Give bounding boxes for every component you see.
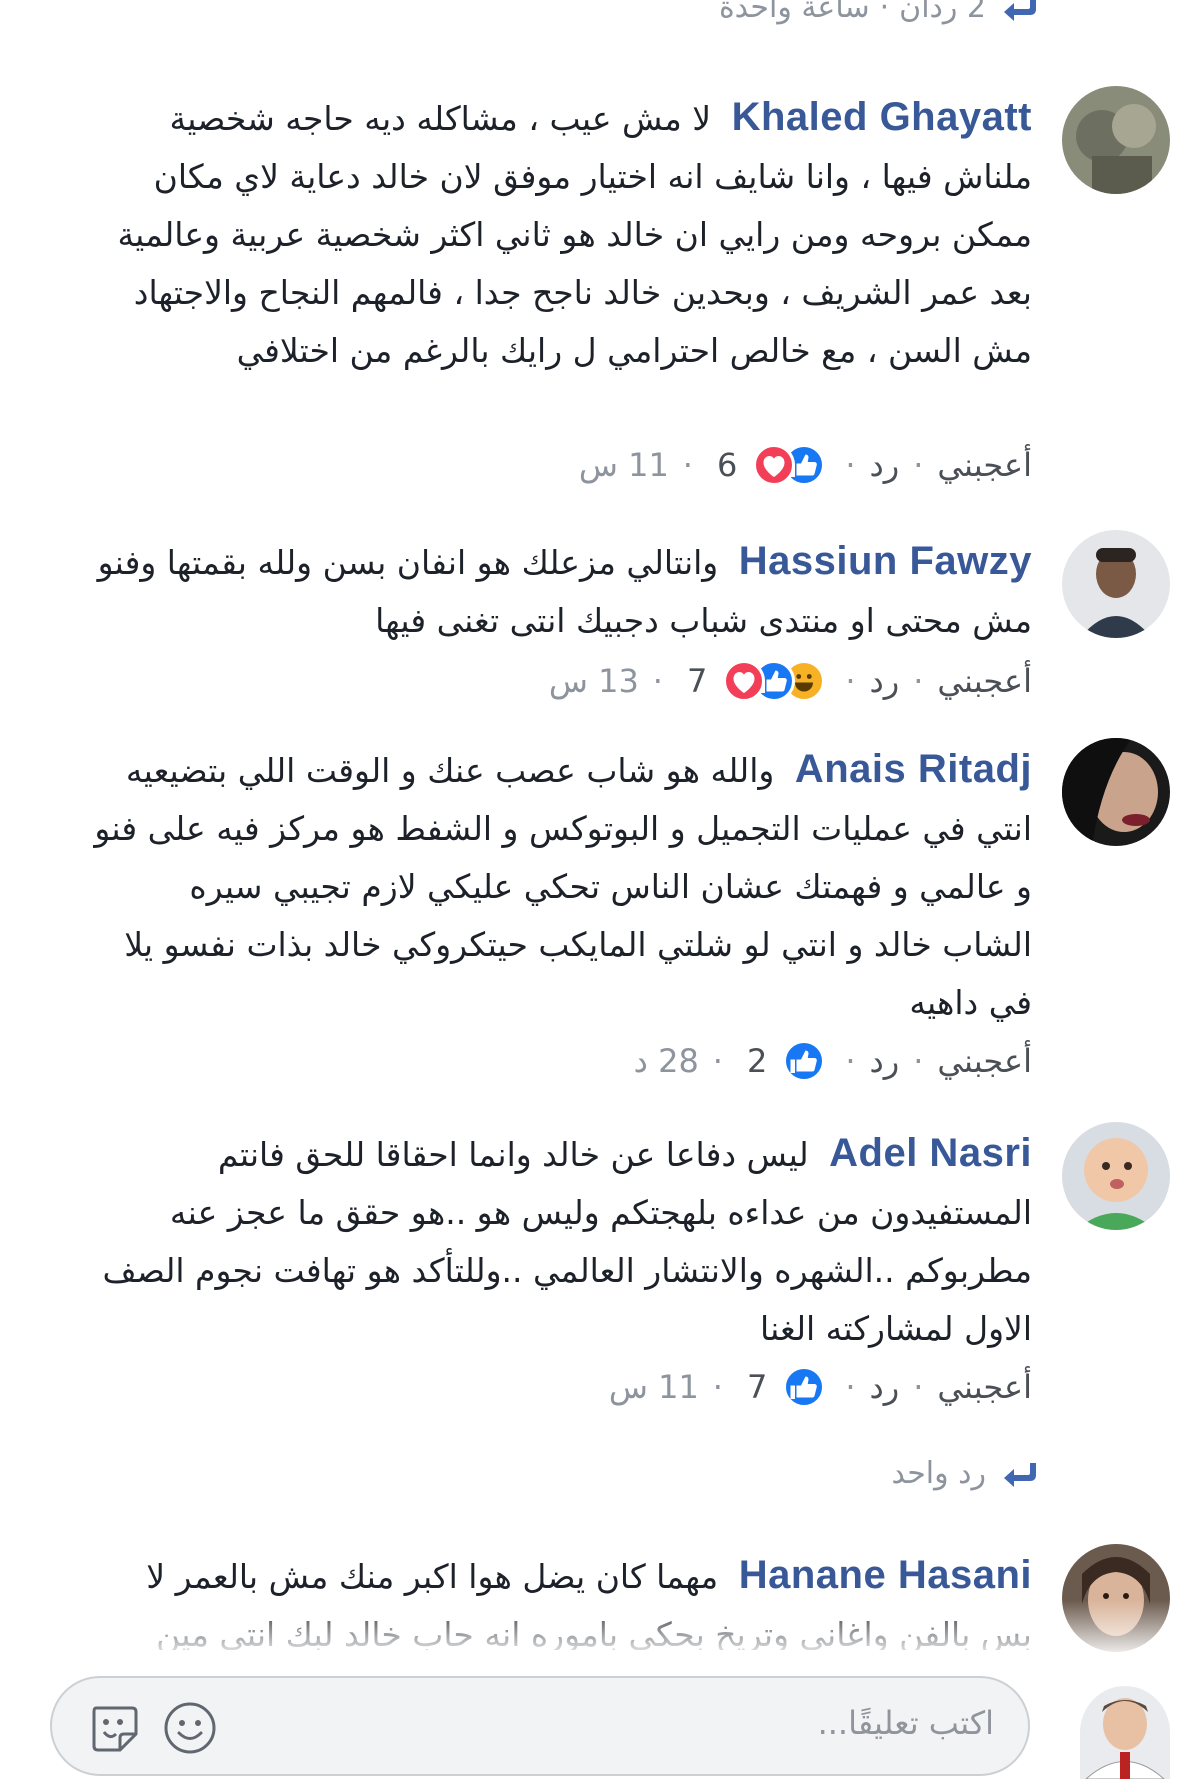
comment-author[interactable]: Hanane Hasani [739, 1553, 1032, 1597]
view-replies-link[interactable]: 2 ردان · ساعة واحدة [719, 0, 1040, 25]
avatar[interactable] [1080, 1686, 1170, 1779]
reply-arrow-icon [1004, 1462, 1036, 1487]
comment-time[interactable]: 28 د [634, 1042, 699, 1080]
avatar[interactable] [1062, 86, 1170, 194]
replies-count: رد واحد [891, 1456, 987, 1491]
avatar[interactable] [1062, 738, 1170, 846]
replies-count: 2 ردان [899, 0, 986, 25]
love-icon [723, 660, 766, 702]
reactions[interactable] [753, 444, 826, 486]
reactions[interactable] [723, 660, 826, 702]
reactions-count[interactable]: 6 [717, 446, 737, 484]
reactions-count[interactable]: 7 [687, 662, 707, 700]
like-icon [783, 1040, 826, 1082]
comment-author[interactable]: Anais Ritadj [795, 747, 1032, 791]
reply-arrow-icon [1004, 0, 1036, 21]
avatar[interactable] [1062, 1122, 1170, 1230]
reactions[interactable] [783, 1366, 826, 1408]
comment-author[interactable]: Khaled Ghayatt [732, 95, 1032, 139]
comment-actions: أعجبني · رد · 7 · 11 س [608, 1366, 1032, 1408]
like-link[interactable]: أعجبني [937, 1042, 1032, 1080]
view-replies-link[interactable]: رد واحد [892, 1456, 1041, 1491]
comment-composer[interactable]: اكتب تعليقًا... [50, 1676, 1030, 1776]
avatar[interactable] [1062, 530, 1170, 638]
reply-link[interactable]: رد [870, 446, 900, 484]
reactions[interactable] [783, 1040, 826, 1082]
love-icon [753, 444, 796, 486]
comment-time[interactable]: 13 س [549, 662, 639, 700]
reactions-count[interactable]: 2 [747, 1042, 767, 1080]
reply-link[interactable]: رد [870, 1042, 900, 1080]
comment-input[interactable]: اكتب تعليقًا... [818, 1704, 994, 1742]
comment-actions: أعجبني · رد · 6 · 11 س [578, 444, 1032, 486]
like-link[interactable]: أعجبني [937, 1368, 1032, 1406]
smiley-icon[interactable] [162, 1700, 218, 1756]
reactions-count[interactable]: 7 [747, 1368, 767, 1406]
comment-time[interactable]: 11 س [579, 446, 669, 484]
comment-time[interactable]: 11 س [609, 1368, 699, 1406]
like-link[interactable]: أعجبني [937, 446, 1032, 484]
reply-link[interactable]: رد [870, 1368, 900, 1406]
scroll-fade [0, 1600, 1200, 1660]
replies-time: ساعة واحدة [718, 0, 870, 25]
comment-actions: أعجبني · رد · 7 · 13 س [548, 660, 1032, 702]
comment-actions: أعجبني · رد · 2 · 28 د [633, 1040, 1032, 1082]
comment-author[interactable]: Hassiun Fawzy [739, 539, 1032, 583]
comment-text: لا مش عيب ، مشاكله ديه حاجه شخصية ملناش … [117, 99, 1032, 370]
like-icon [783, 1366, 826, 1408]
sticker-icon[interactable] [86, 1700, 142, 1756]
reply-link[interactable]: رد [870, 662, 900, 700]
like-link[interactable]: أعجبني [937, 662, 1032, 700]
comment-text: والله هو شاب عصب عنك و الوقت اللي بتضيعي… [94, 751, 1032, 1022]
comment-author[interactable]: Adel Nasri [829, 1131, 1032, 1175]
